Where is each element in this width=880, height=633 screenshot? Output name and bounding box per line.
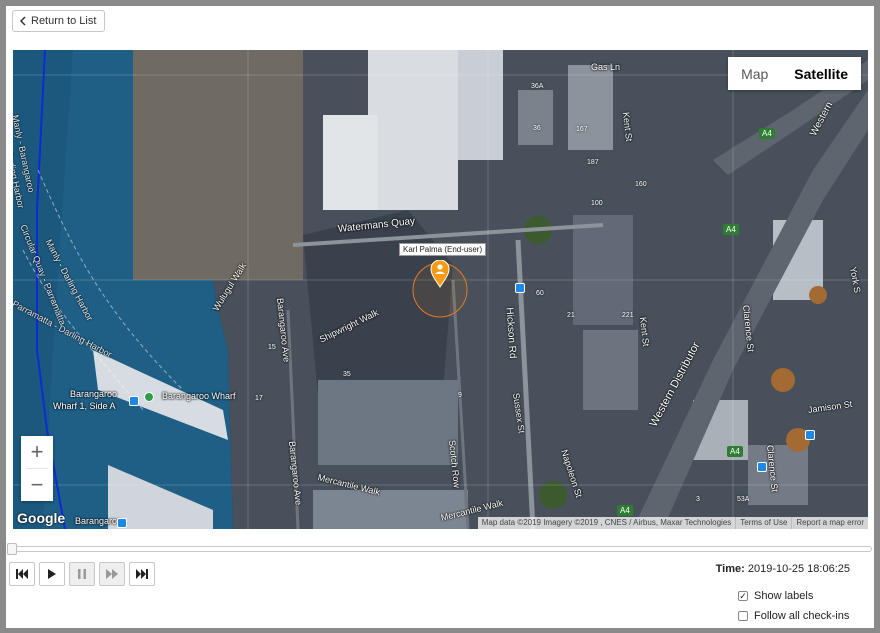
zoom-control: + − bbox=[21, 436, 53, 501]
time-label: Time: bbox=[715, 563, 745, 575]
skip-forward-button[interactable] bbox=[129, 562, 155, 586]
transit-stop-icon[interactable] bbox=[757, 462, 767, 472]
follow-checkins-checkbox[interactable] bbox=[738, 611, 748, 621]
map-type-satellite-button[interactable]: Satellite bbox=[781, 57, 861, 90]
street-label: Barangaroo Wharf bbox=[162, 391, 236, 401]
show-labels-option[interactable]: ✓ Show labels bbox=[738, 590, 813, 602]
building-number: 36A bbox=[531, 83, 544, 90]
play-button[interactable] bbox=[39, 562, 65, 586]
follow-checkins-label: Follow all check-ins bbox=[754, 610, 850, 622]
follow-checkins-option[interactable]: Follow all check-ins bbox=[738, 610, 849, 622]
street-label: Barangaroo bbox=[75, 516, 123, 526]
time-value: 2019-10-25 18:06:25 bbox=[747, 563, 850, 575]
highway-badge: A4 bbox=[723, 224, 739, 235]
google-logo: Google bbox=[17, 510, 66, 526]
play-icon bbox=[48, 569, 56, 579]
satellite-imagery bbox=[13, 50, 868, 529]
building-number: 36 bbox=[533, 125, 541, 132]
building-number: 60 bbox=[536, 290, 544, 297]
building-number: 160 bbox=[635, 181, 647, 188]
pause-button[interactable] bbox=[69, 562, 95, 586]
building-number: 15 bbox=[268, 344, 276, 351]
street-label: Gas Ln bbox=[591, 62, 621, 72]
building-number: 35 bbox=[343, 371, 351, 378]
chevron-left-icon bbox=[19, 16, 26, 26]
building-number: 53A bbox=[737, 496, 750, 503]
park-icon[interactable] bbox=[144, 392, 154, 402]
building-number: 187 bbox=[587, 159, 599, 166]
transit-stop-icon[interactable] bbox=[515, 283, 525, 293]
building-number: 3 bbox=[696, 496, 700, 503]
attribution-text: Map data ©2019 Imagery ©2019 , CNES / Ai… bbox=[481, 518, 732, 527]
report-map-error-link[interactable]: Report a map error bbox=[791, 517, 868, 529]
ferry-stop-icon[interactable] bbox=[129, 396, 139, 406]
map-attribution: Map data ©2019 Imagery ©2019 , CNES / Ai… bbox=[477, 517, 868, 529]
timeline-handle[interactable] bbox=[7, 543, 17, 555]
highway-badge: A4 bbox=[759, 128, 775, 139]
playback-controls bbox=[9, 562, 155, 586]
marker-label: Karl Palma (End-user) bbox=[399, 243, 487, 256]
building-number: 167 bbox=[576, 126, 588, 133]
user-location-marker[interactable] bbox=[430, 260, 450, 288]
skip-back-icon bbox=[16, 569, 28, 579]
transit-stop-icon[interactable] bbox=[805, 430, 815, 440]
map-type-control: Map Satellite bbox=[728, 57, 861, 90]
skip-forward-icon bbox=[136, 569, 148, 579]
timeline-slider[interactable] bbox=[7, 543, 872, 555]
fast-forward-button[interactable] bbox=[99, 562, 125, 586]
map-type-map-button[interactable]: Map bbox=[728, 57, 782, 90]
map-view[interactable]: Karl Palma (End-user) Watermans Quay Hic… bbox=[13, 50, 868, 529]
building-number: 21 bbox=[567, 312, 575, 319]
return-to-list-button[interactable]: Return to List bbox=[12, 10, 106, 32]
terms-of-use-link[interactable]: Terms of Use bbox=[735, 517, 791, 529]
pause-icon bbox=[78, 569, 86, 579]
zoom-out-button[interactable]: − bbox=[21, 469, 53, 501]
building-number: 17 bbox=[255, 395, 263, 402]
street-label: Wharf 1, Side A bbox=[53, 401, 116, 411]
highway-badge: A4 bbox=[617, 505, 633, 516]
skip-back-button[interactable] bbox=[9, 562, 35, 586]
zoom-in-button[interactable]: + bbox=[21, 436, 53, 468]
building-number: 221 bbox=[622, 312, 634, 319]
show-labels-label: Show labels bbox=[754, 590, 814, 602]
building-number: 100 bbox=[591, 200, 603, 207]
show-labels-checkbox[interactable]: ✓ bbox=[738, 591, 748, 601]
return-to-list-label: Return to List bbox=[31, 15, 97, 27]
highway-badge: A4 bbox=[727, 446, 743, 457]
playback-window: Return to List Karl Palma (End-user) Wat… bbox=[6, 6, 874, 628]
current-time: Time: 2019-10-25 18:06:25 bbox=[716, 563, 850, 575]
street-label: Barangaroo bbox=[70, 389, 118, 399]
ferry-stop-icon[interactable] bbox=[117, 518, 127, 528]
building-number: 9 bbox=[458, 392, 462, 399]
fast-forward-icon bbox=[106, 569, 118, 579]
